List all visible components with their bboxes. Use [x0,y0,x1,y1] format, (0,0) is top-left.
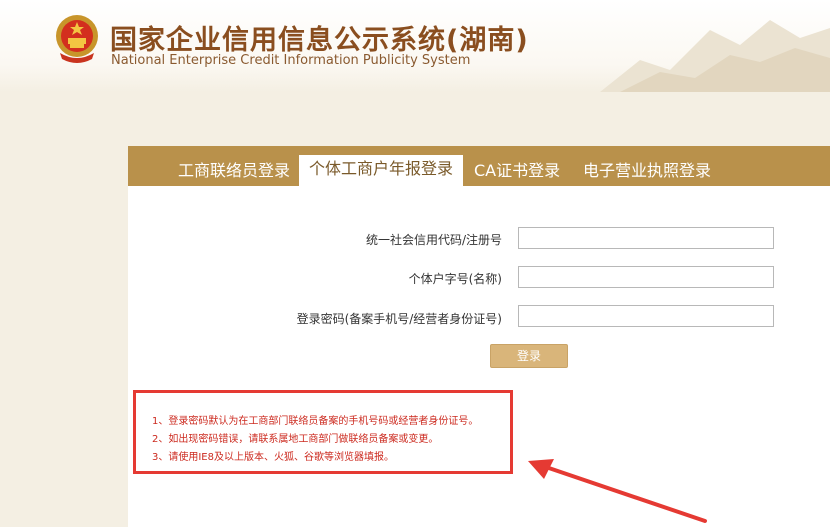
password-input[interactable] [518,305,774,327]
tab-liaison-login[interactable]: 工商联络员登录 [178,158,290,186]
business-name-input[interactable] [518,266,774,288]
credit-code-label: 统一社会信用代码/注册号 [365,233,502,247]
login-button[interactable]: 登录 [490,344,568,368]
site-subtitle: National Enterprise Credit Information P… [111,53,471,68]
notes-highlight-box: 1、登录密码默认为在工商部门联络员备案的手机号码或经营者身份证号。 2、如出现密… [133,390,513,474]
password-label: 登录密码(备案手机号/经营者身份证号) [296,312,502,326]
mountain-decoration [600,20,830,92]
note-3: 3、请使用IE8及以上版本、火狐、谷歌等浏览器填报。 [152,452,394,463]
tab-individual-annual-report-login[interactable]: 个体工商户年报登录 [299,155,464,186]
business-name-label: 个体户字号(名称) [408,272,502,286]
login-panel: 统一社会信用代码/注册号 个体户字号(名称) 登录密码(备案手机号/经营者身份证… [128,186,830,527]
login-tab-bar: 工商联络员登录 个体工商户年报登录 CA证书登录 电子营业执照登录 [128,146,830,186]
note-2: 2、如出现密码错误，请联系属地工商部门做联络员备案或变更。 [152,434,439,445]
site-title: 国家企业信用信息公示系统(湖南) [110,25,529,56]
site-header: 国家企业信用信息公示系统(湖南) National Enterprise Cre… [0,0,830,92]
national-emblem-icon [56,15,98,63]
credit-code-input[interactable] [518,227,774,249]
note-1: 1、登录密码默认为在工商部门联络员备案的手机号码或经营者身份证号。 [152,416,479,427]
tab-ca-certificate-login[interactable]: CA证书登录 [474,158,560,186]
annotation-arrow-icon [528,459,707,523]
tab-e-license-login[interactable]: 电子营业执照登录 [583,158,711,186]
